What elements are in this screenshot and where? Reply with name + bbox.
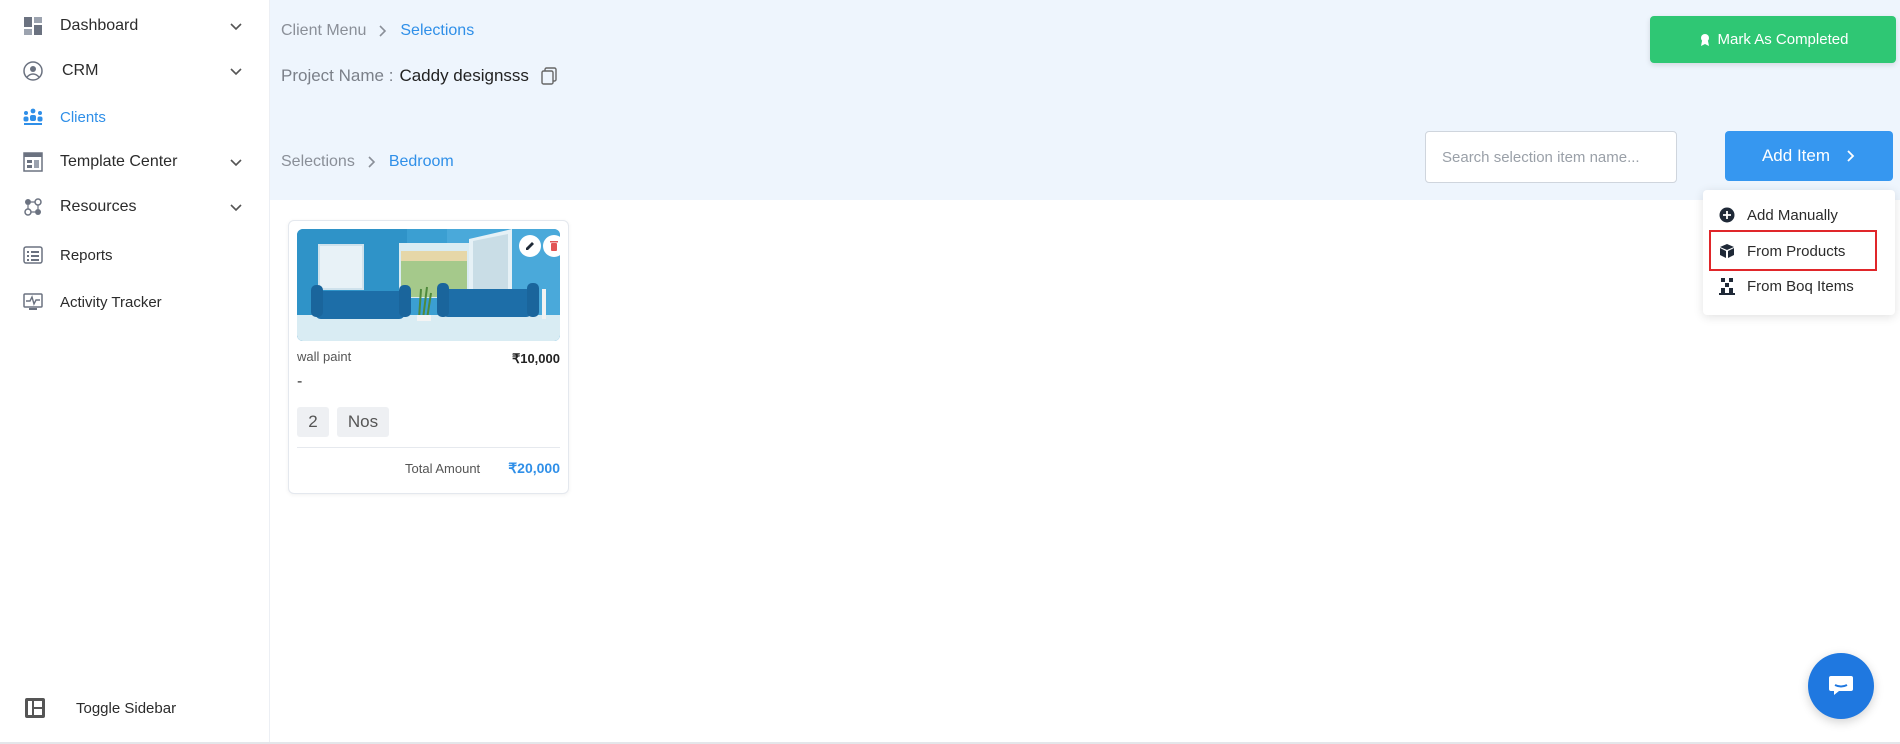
sidebar-item-reports[interactable]: Reports: [0, 233, 270, 277]
project-name: Caddy designsss: [399, 66, 529, 85]
dashboard-icon: [22, 15, 44, 37]
dropdown-item-from-products[interactable]: From Products: [1703, 234, 1895, 268]
sidebar-item-label: Activity Tracker: [60, 293, 162, 311]
chevron-right-icon: [367, 155, 377, 169]
crm-icon: [22, 60, 44, 82]
dropdown-item-label: Add Manually: [1747, 206, 1838, 224]
dropdown-item-label: From Products: [1747, 242, 1846, 260]
boq-icon: [1718, 277, 1736, 295]
breadcrumb-parent[interactable]: Client Menu: [281, 22, 366, 40]
mark-as-completed-label: Mark As Completed: [1717, 31, 1849, 48]
resources-icon: [22, 196, 44, 218]
sidebar-layout-icon: [25, 698, 45, 718]
total-amount-label: Total Amount: [405, 461, 481, 476]
item-price: ₹10,000: [511, 351, 560, 366]
main-content: Client Menu Selections Project Name : Ca…: [270, 0, 1900, 744]
sidebar-item-crm[interactable]: CRM: [0, 49, 270, 93]
chevron-down-icon: [230, 159, 242, 167]
sidebar-item-label: Resources: [60, 198, 137, 215]
breadcrumb: Client Menu Selections: [281, 22, 474, 40]
delete-icon[interactable]: [543, 235, 565, 257]
sidebar-item-label: Reports: [60, 246, 113, 264]
project-name-row: Project Name : Caddy designsss: [281, 66, 557, 86]
reports-icon: [22, 244, 44, 266]
sidebar-item-label: Template Center: [60, 153, 178, 170]
add-item-dropdown: Add Manually From Products From Boq Item…: [1703, 190, 1895, 315]
copy-icon[interactable]: [541, 67, 557, 85]
sidebar-item-label: Clients: [60, 108, 106, 126]
add-item-label: Add Item: [1761, 146, 1831, 165]
sidebar-item-dashboard[interactable]: Dashboard: [0, 4, 270, 48]
card-divider: [297, 447, 560, 448]
badge-check-icon: [1700, 33, 1709, 46]
toggle-sidebar-button[interactable]: Toggle Sidebar: [0, 688, 270, 728]
item-description: -: [297, 373, 303, 390]
chevron-down-icon: [230, 23, 242, 31]
sub-breadcrumb: Selections Bedroom: [281, 153, 454, 171]
breadcrumb-current[interactable]: Selections: [400, 22, 474, 40]
selection-item-card[interactable]: wall paint ₹10,000 - 2 Nos Total Amount …: [288, 220, 569, 494]
clients-icon: [22, 106, 44, 128]
edit-icon[interactable]: [519, 235, 541, 257]
chevron-down-icon: [230, 204, 242, 212]
sidebar-item-template-center[interactable]: Template Center: [0, 140, 270, 184]
sidebar: Dashboard CRM Clients Template Center Re…: [0, 0, 270, 744]
template-icon: [22, 151, 44, 173]
activity-icon: [22, 291, 44, 313]
add-item-button[interactable]: Add Item: [1725, 131, 1893, 181]
chevron-right-icon: [378, 24, 388, 38]
chevron-down-icon: [230, 68, 242, 76]
chat-support-button[interactable]: [1808, 653, 1874, 719]
search-input[interactable]: [1425, 131, 1677, 183]
plus-circle-icon: [1718, 206, 1736, 224]
sidebar-item-clients[interactable]: Clients: [0, 95, 270, 139]
item-name: wall paint: [297, 349, 352, 364]
sidebar-item-label: Dashboard: [60, 17, 139, 34]
page-header: Client Menu Selections Project Name : Ca…: [270, 0, 1900, 200]
sidebar-item-label: CRM: [62, 62, 99, 79]
dropdown-item-label: From Boq Items: [1747, 277, 1854, 295]
mark-as-completed-button[interactable]: Mark As Completed: [1650, 16, 1896, 63]
item-quantity: 2: [297, 407, 329, 437]
sub-breadcrumb-current[interactable]: Bedroom: [389, 153, 454, 171]
products-icon: [1718, 242, 1736, 260]
sidebar-item-activity-tracker[interactable]: Activity Tracker: [0, 280, 270, 324]
dropdown-item-add-manually[interactable]: Add Manually: [1703, 198, 1895, 232]
item-unit: Nos: [337, 407, 389, 437]
total-amount-value: ₹20,000: [508, 460, 560, 476]
sidebar-item-resources[interactable]: Resources: [0, 185, 270, 229]
project-label: Project Name :: [281, 66, 394, 85]
sub-breadcrumb-parent[interactable]: Selections: [281, 153, 355, 171]
chevron-right-icon: [1847, 150, 1855, 162]
dropdown-item-from-boq-items[interactable]: From Boq Items: [1703, 269, 1895, 303]
toggle-sidebar-label: Toggle Sidebar: [76, 699, 177, 717]
chat-icon: [1829, 676, 1853, 695]
